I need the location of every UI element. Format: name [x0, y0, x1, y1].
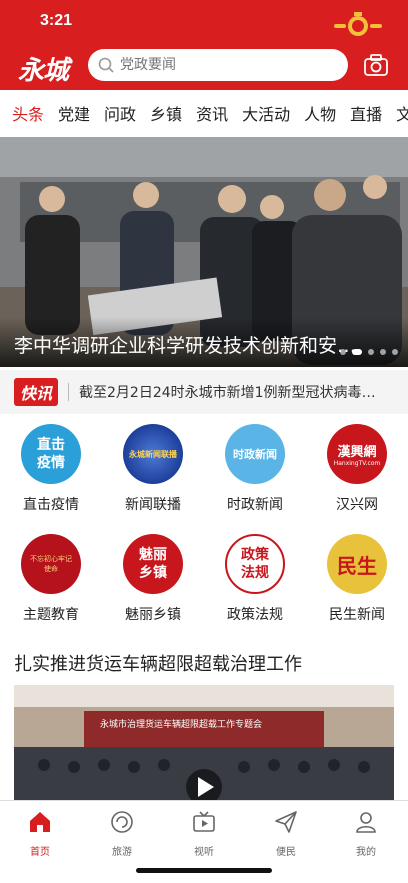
- tab-culture[interactable]: 文: [396, 101, 408, 125]
- shortcut-livelihood[interactable]: 民生 民生新闻: [306, 534, 408, 624]
- tab-party[interactable]: 党建: [58, 101, 90, 125]
- nav-travel[interactable]: 旅游: [92, 809, 152, 858]
- carousel-dot-active[interactable]: [352, 349, 362, 355]
- nav-label: 视听: [194, 847, 214, 858]
- shortcut-label: 政策法规: [227, 607, 283, 623]
- tab-people[interactable]: 人物: [304, 101, 336, 125]
- app-screen: 3:21 永城 头条 党建 问政 乡镇 资讯 大活动 人物: [0, 0, 408, 883]
- nav-label: 便民: [276, 847, 296, 858]
- carousel-dot[interactable]: [340, 349, 346, 355]
- divider: [68, 383, 70, 401]
- tab-towns[interactable]: 乡镇: [150, 101, 182, 125]
- flash-news-bar[interactable]: 快讯 截至2月2日24时永城市新增1例新型冠状病毒肺炎确诊病例: [0, 370, 408, 414]
- shortcut-policy[interactable]: 政策法规 政策法规: [204, 534, 306, 624]
- shortcut-label: 汉兴网: [336, 497, 378, 513]
- theme-education-icon: 不忘初心牢记使命: [21, 534, 81, 594]
- tab-inquiry[interactable]: 问政: [104, 101, 136, 125]
- send-icon: [275, 811, 297, 833]
- epidemic-icon: 直击疫情: [21, 424, 81, 484]
- tv-icon: [193, 811, 215, 832]
- banner-text: 永城市治理货运车辆超限超载工作专题会: [100, 720, 263, 730]
- shortcut-hanxing[interactable]: 漢興網 HanxingTV.com 汉兴网: [306, 424, 408, 514]
- home-icon: [30, 812, 50, 832]
- carousel-dot[interactable]: [392, 349, 398, 355]
- tab-headline[interactable]: 头条: [12, 101, 44, 125]
- shortcut-label: 魅丽乡镇: [125, 607, 181, 623]
- livelihood-icon: 民生: [327, 534, 387, 594]
- search-bar[interactable]: [88, 49, 348, 81]
- hanxing-logo-icon: 漢興網 HanxingTV.com: [327, 424, 387, 484]
- nav-label: 首页: [30, 847, 50, 858]
- shortcut-label: 直击疫情: [23, 497, 79, 513]
- nav-media[interactable]: 视听: [174, 809, 234, 858]
- hero-carousel[interactable]: 李中华调研企业科学研发技术创新和安全生产工作: [0, 137, 408, 367]
- politics-icon: 时政新闻: [225, 424, 285, 484]
- article-title[interactable]: 扎实推进货运车辆超限超载治理工作: [14, 650, 302, 676]
- tab-events[interactable]: 大活动: [242, 101, 290, 125]
- carousel-dots: [340, 349, 398, 355]
- meeting-photo: [14, 685, 394, 801]
- shortcut-epidemic[interactable]: 直击疫情 直击疫情: [0, 424, 102, 514]
- nav-label: 我的: [356, 847, 376, 858]
- carousel-dot[interactable]: [380, 349, 386, 355]
- nav-services[interactable]: 便民: [256, 809, 316, 858]
- app-logo: 永城: [18, 56, 69, 86]
- shortcut-label: 新闻联播: [125, 497, 181, 513]
- tab-news[interactable]: 资讯: [196, 101, 228, 125]
- category-tabs: 头条 党建 问政 乡镇 资讯 大活动 人物 直播 文: [0, 90, 408, 136]
- search-icon: [98, 57, 114, 73]
- header-bar: 3:21 永城: [0, 0, 408, 90]
- festive-lantern-icon: [334, 12, 382, 36]
- carousel-dot[interactable]: [368, 349, 374, 355]
- shortcut-news-broadcast[interactable]: 永城新闻联播 新闻联播: [102, 424, 204, 514]
- tab-live[interactable]: 直播: [350, 101, 382, 125]
- article-thumbnail[interactable]: 永城市治理货运车辆超限超载工作专题会: [14, 685, 394, 801]
- shortcut-label: 民生新闻: [329, 607, 385, 623]
- shortcut-label: 时政新闻: [227, 497, 283, 513]
- flash-badge: 快讯: [14, 378, 59, 406]
- hero-title[interactable]: 李中华调研企业科学研发技术创新和安全生产工作: [14, 331, 374, 358]
- shortcut-label: 主题教育: [23, 607, 79, 623]
- shortcut-towns[interactable]: 魅丽乡镇 魅丽乡镇: [102, 534, 204, 624]
- home-indicator[interactable]: [136, 868, 272, 873]
- travel-icon: [111, 811, 133, 833]
- status-time: 3:21: [40, 12, 73, 29]
- policy-icon: 政策法规: [225, 534, 285, 594]
- camera-icon[interactable]: [363, 52, 389, 78]
- shortcut-politics[interactable]: 时政新闻 时政新闻: [204, 424, 306, 514]
- towns-icon: 魅丽乡镇: [123, 534, 183, 594]
- nav-home[interactable]: 首页: [10, 809, 70, 858]
- flash-text[interactable]: 截至2月2日24时永城市新增1例新型冠状病毒肺炎确诊病例: [79, 382, 389, 402]
- nav-label: 旅游: [112, 847, 132, 858]
- search-input[interactable]: [120, 57, 320, 73]
- broadcast-icon: 永城新闻联播: [123, 424, 183, 484]
- nav-profile[interactable]: 我的: [336, 809, 396, 858]
- user-icon: [356, 812, 376, 833]
- shortcut-theme-education[interactable]: 不忘初心牢记使命 主题教育: [0, 534, 102, 624]
